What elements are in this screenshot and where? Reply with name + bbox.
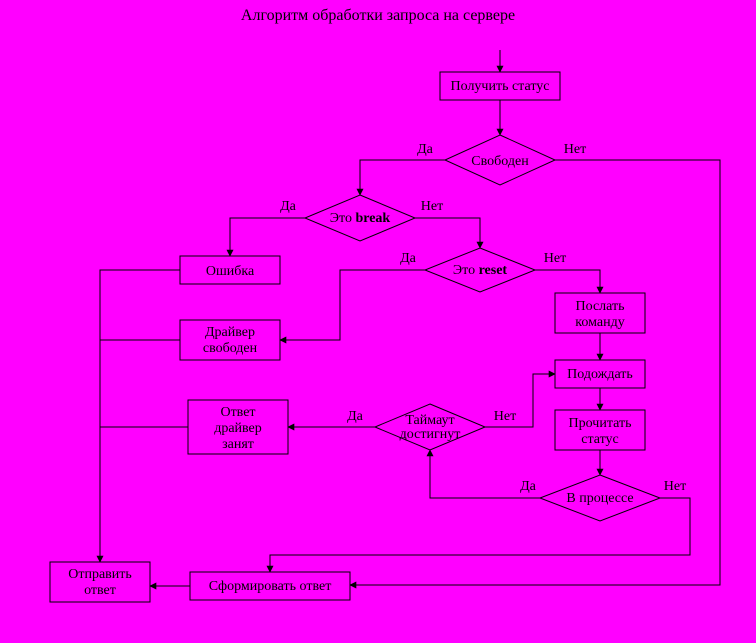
node-send-cmd: Послать команду [555, 293, 645, 333]
label-reset-yes: Да [400, 251, 417, 266]
node-driver-free: Драйвер свободен [180, 320, 280, 360]
node-wait: Подождать [555, 360, 645, 388]
label-timeout-yes: Да [347, 409, 364, 424]
edge-reset-no [535, 270, 600, 293]
edge-error-down [100, 270, 180, 562]
label-reset-no: Нет [544, 251, 566, 266]
edge-break-no [415, 218, 480, 248]
label-inprog-no: Нет [664, 479, 686, 494]
edge-inprog-no [270, 498, 690, 572]
node-send-answer: Отправить ответ [50, 562, 150, 602]
text-busy-1: Ответ [220, 405, 255, 420]
node-form-answer: Сформировать ответ [190, 572, 350, 600]
text-timeout-1: Таймаут [405, 413, 454, 428]
text-busy-3: занят [222, 437, 254, 452]
edge-break-yes [230, 218, 305, 256]
label-break-no: Нет [421, 199, 443, 214]
text-wait: Подождать [567, 367, 633, 382]
label-timeout-no: Нет [494, 409, 516, 424]
text-sendans-2: ответ [84, 583, 116, 598]
text-is-break: Это break [330, 211, 391, 226]
node-get-status: Получить статус [440, 72, 560, 100]
text-send-1: Послать [575, 299, 624, 314]
label-break-yes: Да [280, 199, 297, 214]
edge-free-no [350, 160, 720, 585]
text-sendans-1: Отправить [68, 567, 132, 582]
diagram-title: Алгоритм обработки запроса на сервере [241, 7, 515, 24]
text-timeout-2: достигнут [400, 427, 461, 442]
text-free: Свободен [471, 154, 529, 169]
text-driver-free-2: свободен [203, 341, 258, 356]
node-is-break: Это break [305, 195, 415, 241]
node-error: Ошибка [180, 256, 280, 284]
node-timeout: Таймаут достигнут [375, 404, 485, 450]
text-read-2: статус [581, 432, 619, 447]
edge-reset-yes [280, 270, 425, 340]
text-form-answer: Сформировать ответ [209, 579, 332, 594]
node-read-status: Прочитать статус [555, 410, 645, 450]
text-send-2: команду [575, 315, 624, 330]
text-is-reset: Это reset [453, 263, 508, 278]
label-inprog-yes: Да [520, 479, 537, 494]
text-in-progress: В процессе [566, 491, 633, 506]
label-free-no: Нет [564, 142, 586, 157]
node-in-progress: В процессе [540, 475, 660, 521]
text-read-1: Прочитать [569, 416, 632, 431]
label-free-yes: Да [417, 142, 434, 157]
text-driver-free-1: Драйвер [205, 325, 255, 340]
text-error: Ошибка [206, 264, 255, 279]
node-is-reset: Это reset [425, 248, 535, 292]
node-busy: Ответ драйвер занят [188, 400, 288, 454]
text-busy-2: драйвер [214, 421, 262, 436]
node-free: Свободен [445, 135, 555, 185]
edge-free-yes [360, 160, 445, 195]
text-get-status: Получить статус [451, 79, 550, 94]
